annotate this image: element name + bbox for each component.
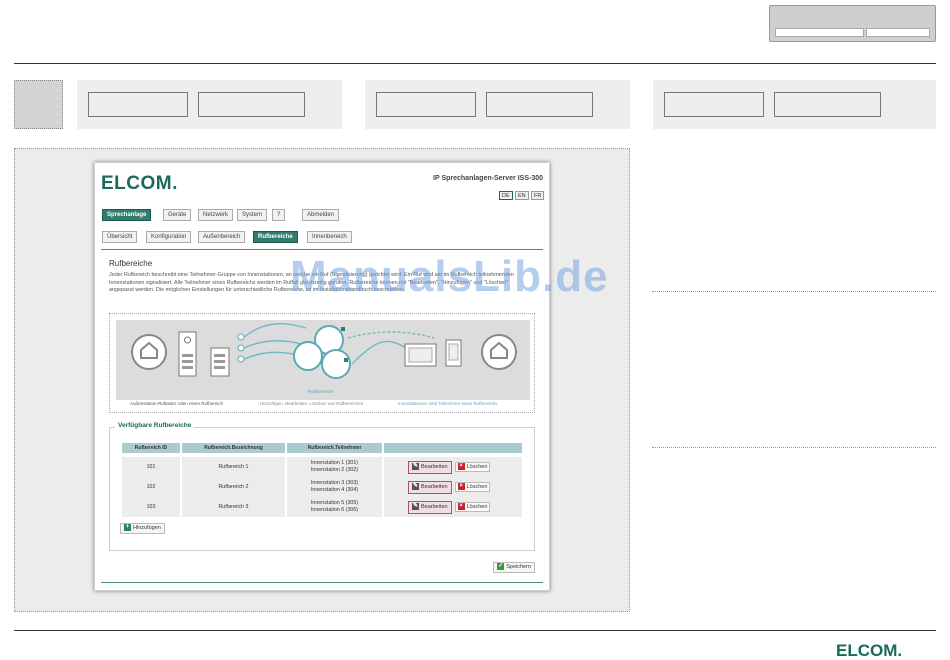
- available-legend: Verfügbare Rufbereiche: [115, 422, 195, 429]
- edit-button[interactable]: ✎ Bearbeiten: [408, 480, 452, 494]
- add-button[interactable]: + Hinzufügen: [120, 523, 165, 534]
- nav-group-2-button-1[interactable]: [376, 92, 476, 117]
- row-actions: ✎ Bearbeiten × Löschen: [384, 497, 522, 517]
- subnav-innenbereich[interactable]: Innenbereich: [307, 231, 352, 243]
- table-row: 103 Rufbereich 3 Innenstation 5 (305) In…: [122, 497, 522, 517]
- edit-button[interactable]: ✎ Bearbeiten: [408, 500, 452, 514]
- watermark: ManualsLib.de: [290, 252, 609, 301]
- diagram-center-label: Rufbereiche: [308, 390, 334, 395]
- nav-group-1-button-1[interactable]: [88, 92, 188, 117]
- corner-square: [14, 80, 63, 129]
- top-rule: [14, 63, 936, 64]
- nav-geraete[interactable]: Geräte: [163, 209, 192, 221]
- subnav-rufbereiche[interactable]: Rufbereiche: [253, 231, 298, 243]
- diagram-caption-1: Außenstation-Ruftaster rufen einen Rufbe…: [130, 401, 224, 406]
- subnav-konfiguration[interactable]: Konfiguration: [146, 231, 192, 243]
- edit-icon: ✎: [412, 482, 419, 490]
- delete-button[interactable]: × Löschen: [454, 462, 491, 472]
- col-name: Rufbereich.Bezeichnung: [182, 443, 285, 453]
- nav-group-1-button-2[interactable]: [198, 92, 305, 117]
- row-actions: ✎ Bearbeiten × Löschen: [384, 457, 522, 477]
- row-name: Rufbereich 3: [182, 497, 285, 517]
- subnav-uebersicht[interactable]: Übersicht: [102, 231, 138, 243]
- diagram-caption-2: Hinzufügen, Bearbeiten, Löschen von Rufb…: [260, 401, 364, 406]
- subnav-aussenbereich[interactable]: Außenbereich: [198, 231, 246, 243]
- diagram-caption-3: Innenstationen sind Teilnehmer eines Ruf…: [398, 401, 498, 406]
- delete-button[interactable]: × Löschen: [454, 482, 491, 492]
- member-1: Innenstation 5 (305): [310, 500, 359, 506]
- edit-icon: ✎: [412, 502, 419, 510]
- save-button[interactable]: ✓ Speichern: [493, 562, 535, 573]
- table-row: 101 Rufbereich 1 Innenstation 1 (301) In…: [122, 457, 522, 477]
- header-cell-left: [775, 28, 864, 37]
- delete-icon: ×: [457, 463, 465, 471]
- right-separator-1: [652, 291, 936, 292]
- delete-button[interactable]: × Löschen: [454, 502, 491, 512]
- table-header-row: Rufbereich ID Rufbereich.Bezeichnung Ruf…: [122, 443, 522, 453]
- col-actions: [384, 443, 522, 453]
- row-members: Innenstation 3 (303) Innenstation 4 (304…: [287, 477, 382, 497]
- nav-group-3: [653, 80, 936, 129]
- header-block: [769, 5, 936, 42]
- nav-sprechanlage[interactable]: Sprechanlage: [102, 209, 152, 221]
- nav-abmelden[interactable]: Abmelden: [302, 209, 340, 221]
- rufbereiche-table: Rufbereich ID Rufbereich.Bezeichnung Ruf…: [120, 443, 524, 517]
- row-id: 102: [122, 477, 180, 497]
- checkmark-icon: ✓: [497, 563, 505, 571]
- footer-rule: [101, 582, 543, 583]
- plus-icon: +: [124, 524, 131, 532]
- diagram-box: Rufbereiche Außenstation-Ruftaster rufen…: [109, 313, 535, 413]
- footer-logo: ELCOM.: [836, 641, 903, 660]
- lang-fr[interactable]: FR: [531, 191, 545, 200]
- table-row: 102 Rufbereich 2 Innenstation 3 (303) In…: [122, 477, 522, 497]
- row-id: 103: [122, 497, 180, 517]
- row-members: Innenstation 5 (305) Innenstation 6 (306…: [287, 497, 382, 517]
- lang-en[interactable]: EN: [515, 191, 529, 200]
- member-2: Innenstation 2 (302): [310, 467, 359, 473]
- member-1: Innenstation 1 (301): [310, 460, 359, 466]
- row-id: 101: [122, 457, 180, 477]
- row-actions: ✎ Bearbeiten × Löschen: [384, 477, 522, 497]
- nav-netzwerk[interactable]: Netzwerk: [198, 209, 234, 221]
- right-separator-2: [652, 447, 936, 448]
- diagram-illustration: [131, 322, 517, 379]
- nav-group-1: [77, 80, 342, 129]
- row-name: Rufbereich 2: [182, 477, 285, 497]
- elcom-logo: ELCOM.: [101, 173, 178, 194]
- member-2: Innenstation 4 (304): [310, 487, 359, 493]
- header-cell-right: [866, 28, 930, 37]
- nav-group-3-button-2[interactable]: [774, 92, 881, 117]
- edit-icon: ✎: [412, 462, 419, 470]
- nav-system[interactable]: System: [237, 209, 268, 221]
- member-2: Innenstation 6 (306): [310, 507, 359, 513]
- edit-button[interactable]: ✎ Bearbeiten: [408, 460, 452, 474]
- nav-group-3-button-1[interactable]: [664, 92, 764, 117]
- server-title: IP Sprechanlagen-Server ISS-300: [433, 175, 543, 182]
- col-members: Rufbereich.Teilnehmer: [287, 443, 382, 453]
- bottom-rule: [14, 630, 936, 631]
- row-members: Innenstation 1 (301) Innenstation 2 (302…: [287, 457, 382, 477]
- nav-group-2-button-2[interactable]: [486, 92, 593, 117]
- delete-icon: ×: [457, 503, 465, 511]
- row-name: Rufbereich 1: [182, 457, 285, 477]
- header-rule: [101, 249, 543, 250]
- col-id: Rufbereich ID: [122, 443, 180, 453]
- member-1: Innenstation 3 (303): [310, 480, 359, 486]
- nav-help[interactable]: ?: [272, 209, 286, 221]
- nav-group-2: [365, 80, 630, 129]
- delete-icon: ×: [457, 483, 465, 491]
- page-heading: Rufbereiche: [109, 259, 153, 268]
- browser-frame: ELCOM. IP Sprechanlagen-Server ISS-300 D…: [94, 162, 550, 591]
- lang-de[interactable]: DE: [499, 191, 513, 200]
- rufbereiche-diagram: Rufbereiche: [116, 320, 530, 400]
